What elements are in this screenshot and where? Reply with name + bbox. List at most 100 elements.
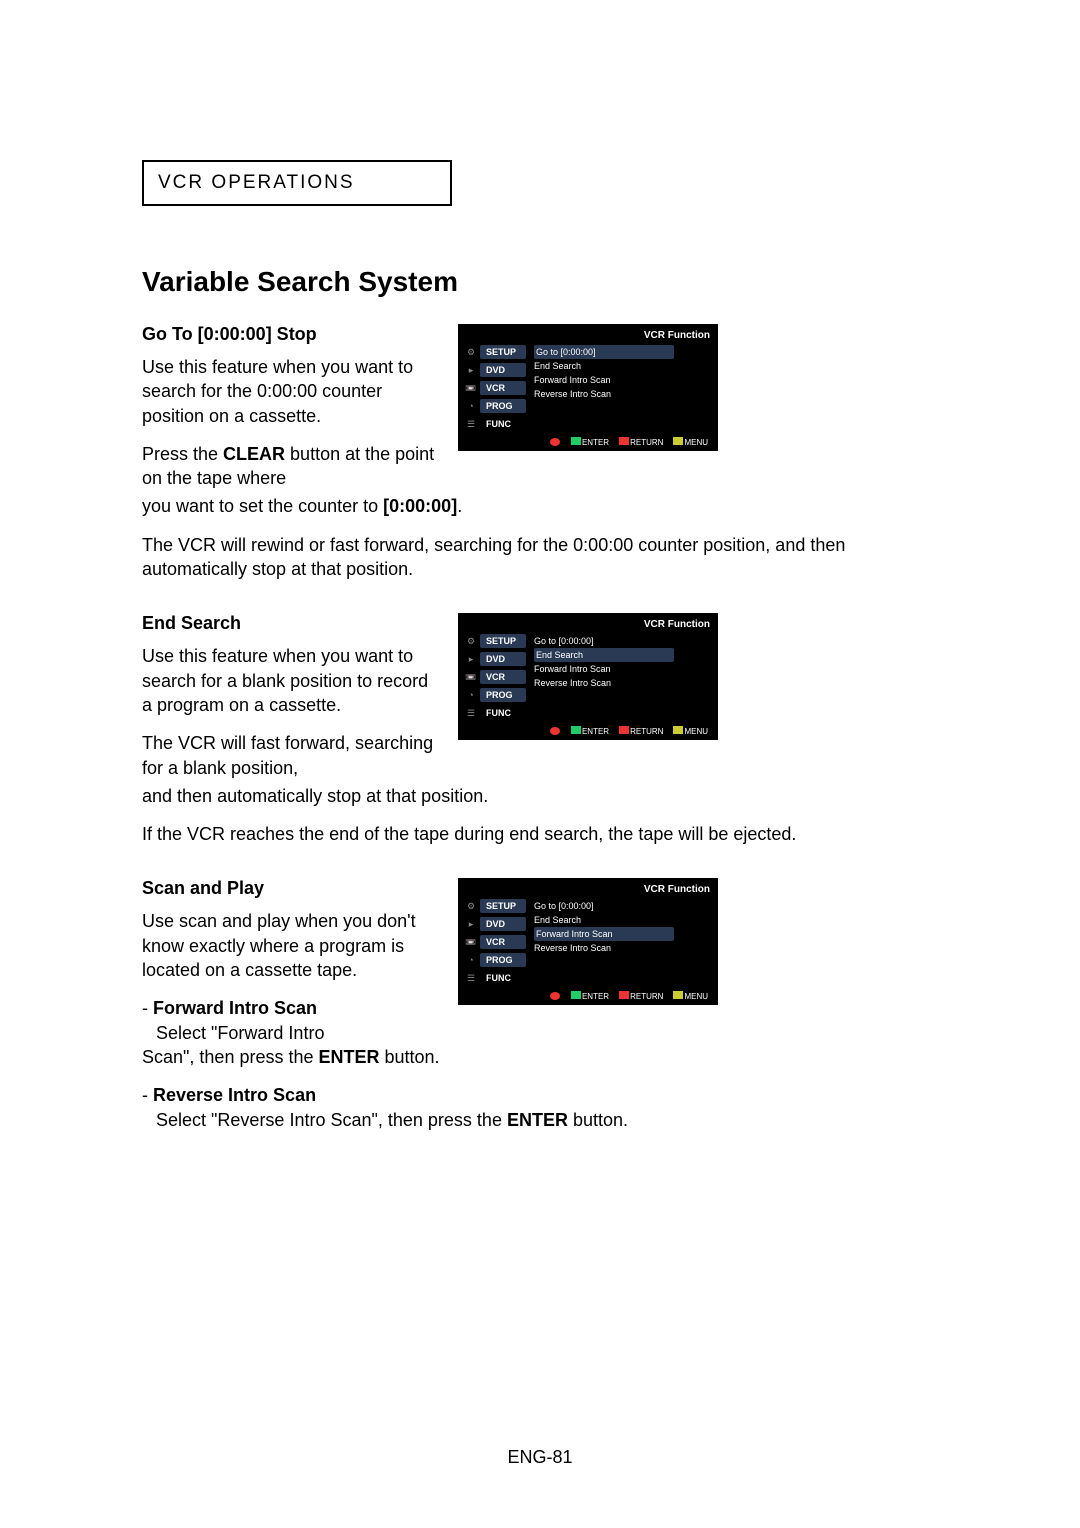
para: Press the CLEAR button at the point on t… xyxy=(142,442,442,491)
osd-side-icon: ⚙ xyxy=(462,634,480,648)
para: The VCR will rewind or fast forward, sea… xyxy=(142,533,940,582)
osd-side-label: DVD xyxy=(480,917,526,931)
section-end-search: End Search Use this feature when you wan… xyxy=(142,613,940,846)
osd-side-icon: ⚙ xyxy=(462,345,480,359)
page-title: Variable Search System xyxy=(142,266,940,298)
osd-side-label: SETUP xyxy=(480,899,526,913)
osd-side-label: VCR xyxy=(480,670,526,684)
osd-side-icon: 📼 xyxy=(462,381,480,395)
osd-side-icon: ◔ xyxy=(462,399,480,413)
osd-menu-item: Reverse Intro Scan xyxy=(534,387,714,401)
para: Use scan and play when you don't know ex… xyxy=(142,909,442,982)
osd-bottom-hint: ENTER xyxy=(571,726,609,736)
osd-side-icon: ☰ xyxy=(462,971,480,985)
para: you want to set the counter to [0:00:00]… xyxy=(142,494,940,518)
osd-menu-item: End Search xyxy=(534,359,714,373)
osd-side-item: ☰FUNC xyxy=(462,969,526,987)
osd-side-item: ⚙SETUP xyxy=(462,897,526,915)
reverse-intro-scan-item: - Reverse Intro ScanSelect "Reverse Intr… xyxy=(156,1083,940,1132)
para: Scan", then press the ENTER button. xyxy=(142,1045,940,1069)
osd-side-item: ▸DVD xyxy=(462,650,526,668)
osd-side-item: ▸DVD xyxy=(462,361,526,379)
osd-side-item: ◔PROG xyxy=(462,397,526,415)
osd-side-label: PROG xyxy=(480,953,526,967)
osd-title: VCR Function xyxy=(462,328,714,343)
osd-menu-item: Go to [0:00:00] xyxy=(534,634,714,648)
para: and then automatically stop at that posi… xyxy=(142,784,940,808)
osd-side-label: PROG xyxy=(480,688,526,702)
osd-side-item: ◔PROG xyxy=(462,686,526,704)
osd-side-label: PROG xyxy=(480,399,526,413)
osd-side-label: DVD xyxy=(480,652,526,666)
osd-side-label: SETUP xyxy=(480,345,526,359)
osd-side-icon: ◔ xyxy=(462,688,480,702)
subhead-end-search: End Search xyxy=(142,613,442,634)
osd-side-label: FUNC xyxy=(480,706,526,720)
move-icon xyxy=(550,438,560,446)
osd-side-icon: ⚙ xyxy=(462,899,480,913)
subhead-scan-play: Scan and Play xyxy=(142,878,442,899)
osd-side-label: SETUP xyxy=(480,634,526,648)
header-text-rest: PERATIONS xyxy=(228,172,354,193)
osd-side-icon: 📼 xyxy=(462,670,480,684)
forward-intro-scan-item: - Forward Intro ScanSelect "Forward Intr… xyxy=(156,996,442,1045)
osd-side-item: ⚙SETUP xyxy=(462,343,526,361)
osd-side-item: ☰FUNC xyxy=(462,704,526,722)
osd-side-icon: 📼 xyxy=(462,935,480,949)
osd-title: VCR Function xyxy=(462,617,714,632)
osd-menu-item: End Search xyxy=(534,648,674,662)
osd-side-label: DVD xyxy=(480,363,526,377)
osd-menu-item: Forward Intro Scan xyxy=(534,373,714,387)
osd-bottom-hint: MENU xyxy=(673,991,708,1001)
osd-side-icon: ☰ xyxy=(462,706,480,720)
osd-menu-item: Forward Intro Scan xyxy=(534,927,674,941)
osd-bottom-hint: ENTER xyxy=(571,991,609,1001)
osd-menu-item: Forward Intro Scan xyxy=(534,662,714,676)
move-icon xyxy=(550,727,560,735)
osd-side-icon: ◔ xyxy=(462,953,480,967)
osd-bottom-hint: ENTER xyxy=(571,437,609,447)
osd-bottom-hint: RETURN xyxy=(619,726,663,736)
section-scan-play: Scan and Play Use scan and play when you… xyxy=(142,878,940,1131)
osd-side-item: ◔PROG xyxy=(462,951,526,969)
header-text-pre: VCR O xyxy=(158,172,228,193)
osd-menu-item: Reverse Intro Scan xyxy=(534,941,714,955)
osd-screenshot-2: VCR Function⚙SETUP▸DVD📼VCR◔PROG☰FUNCGo t… xyxy=(458,613,718,740)
osd-menu-item: End Search xyxy=(534,913,714,927)
osd-screenshot-1: VCR Function⚙SETUP▸DVD📼VCR◔PROG☰FUNCGo t… xyxy=(458,324,718,451)
osd-menu-item: Reverse Intro Scan xyxy=(534,676,714,690)
osd-side-item: 📼VCR xyxy=(462,379,526,397)
para: Use this feature when you want to search… xyxy=(142,355,442,428)
osd-bottom-hint: RETURN xyxy=(619,991,663,1001)
osd-side-item: ▸DVD xyxy=(462,915,526,933)
section-goto-stop: Go To [0:00:00] Stop Use this feature wh… xyxy=(142,324,940,581)
para: If the VCR reaches the end of the tape d… xyxy=(142,822,940,846)
osd-bottom-hint: MENU xyxy=(673,726,708,736)
header-box: VCR OPERATIONS xyxy=(142,160,452,206)
osd-side-icon: ▸ xyxy=(462,917,480,931)
osd-panel: VCR Function⚙SETUP▸DVD📼VCR◔PROG☰FUNCGo t… xyxy=(458,878,718,1005)
osd-panel: VCR Function⚙SETUP▸DVD📼VCR◔PROG☰FUNCGo t… xyxy=(458,613,718,740)
osd-side-label: VCR xyxy=(480,935,526,949)
move-icon xyxy=(550,992,560,1000)
osd-bottom-hint: MENU xyxy=(673,437,708,447)
subhead-goto: Go To [0:00:00] Stop xyxy=(142,324,442,345)
page-number: ENG-81 xyxy=(0,1447,1080,1468)
osd-menu-item: Go to [0:00:00] xyxy=(534,345,674,359)
osd-side-item: ⚙SETUP xyxy=(462,632,526,650)
para: Use this feature when you want to search… xyxy=(142,644,442,717)
osd-side-icon: ☰ xyxy=(462,417,480,431)
osd-side-label: FUNC xyxy=(480,417,526,431)
osd-side-icon: ▸ xyxy=(462,652,480,666)
osd-menu-item: Go to [0:00:00] xyxy=(534,899,714,913)
osd-bottom-hint: RETURN xyxy=(619,437,663,447)
osd-side-icon: ▸ xyxy=(462,363,480,377)
osd-side-label: FUNC xyxy=(480,971,526,985)
para: The VCR will fast forward, searching for… xyxy=(142,731,442,780)
osd-side-item: 📼VCR xyxy=(462,933,526,951)
osd-side-item: 📼VCR xyxy=(462,668,526,686)
osd-side-item: ☰FUNC xyxy=(462,415,526,433)
osd-side-label: VCR xyxy=(480,381,526,395)
osd-screenshot-3: VCR Function⚙SETUP▸DVD📼VCR◔PROG☰FUNCGo t… xyxy=(458,878,718,1005)
osd-panel: VCR Function⚙SETUP▸DVD📼VCR◔PROG☰FUNCGo t… xyxy=(458,324,718,451)
